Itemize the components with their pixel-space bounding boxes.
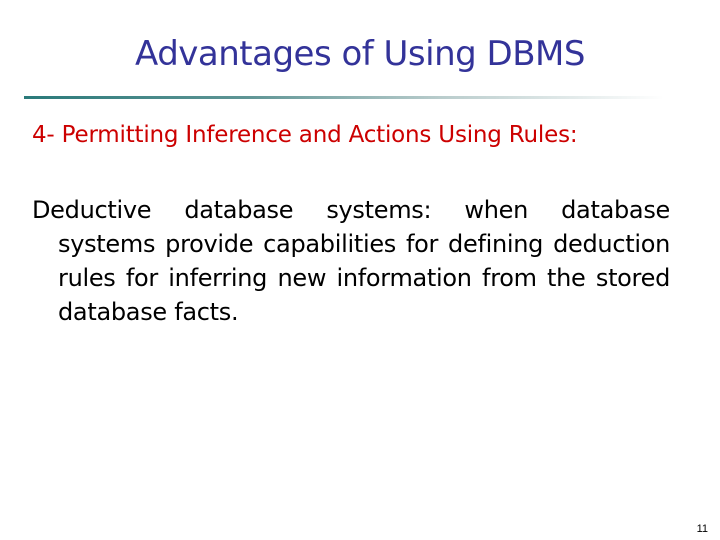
slide-title: Advantages of Using DBMS (135, 34, 585, 74)
page-number: 11 (696, 523, 708, 535)
title-divider (24, 96, 664, 99)
section-subheading: 4- Permitting Inference and Actions Usin… (32, 122, 578, 148)
body-paragraph: Deductive database systems: when databas… (32, 196, 670, 326)
